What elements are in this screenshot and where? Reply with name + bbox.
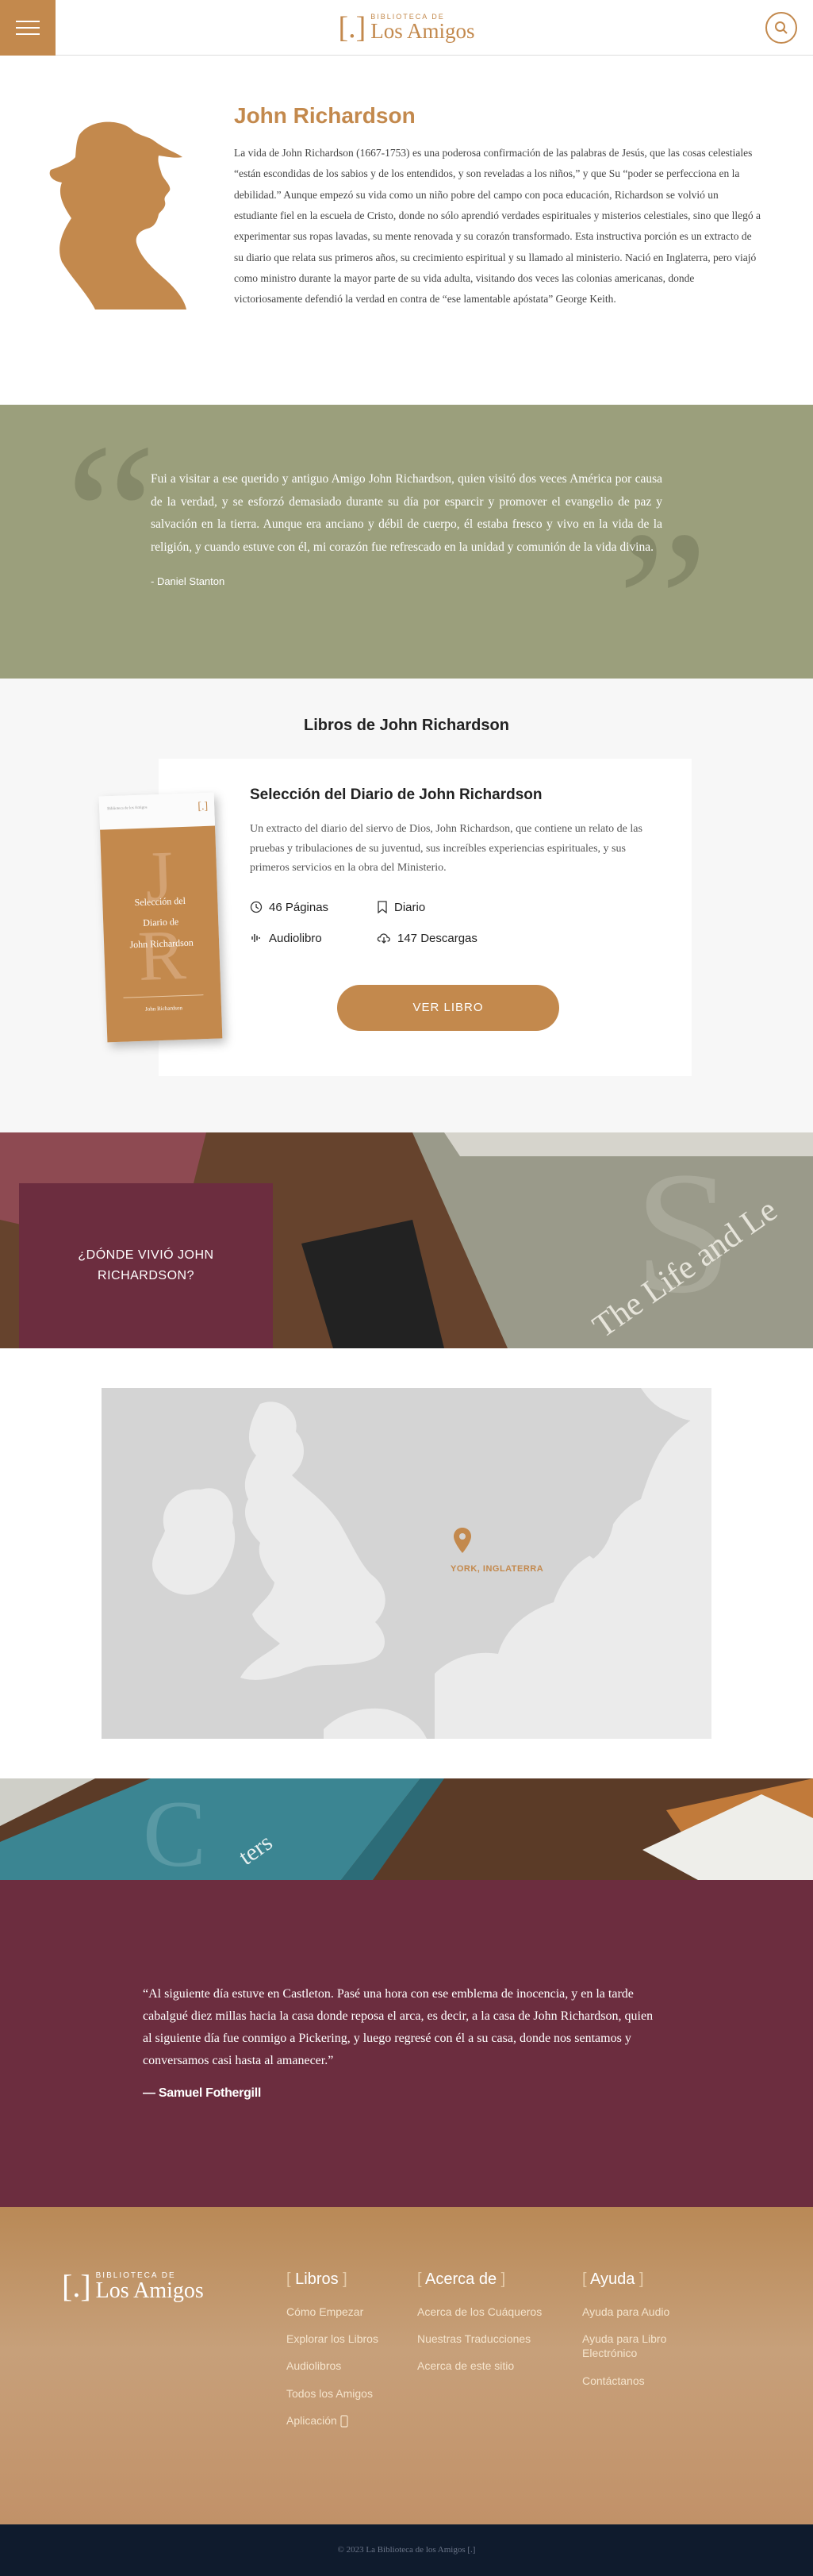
where-lived-title: ¿DÓNDE VIVIÓ JOHN RICHARDSON? — [78, 1248, 214, 1282]
footer-col-books-title: [ Libros ] — [286, 2270, 347, 2288]
testimonial-section: “ ” Fui a visitar a ese querido y antigu… — [0, 405, 813, 679]
author-section: John Richardson La vida de John Richards… — [0, 56, 813, 405]
footer-link[interactable]: Audiolibros — [286, 2359, 385, 2373]
quote-text: “Al siguiente día estuve en Castleton. P… — [143, 1987, 654, 2067]
book-pages: 46 Páginas — [250, 901, 377, 914]
books-background-image-2: C ters — [0, 1778, 813, 1880]
footer-link[interactable]: Contáctanos — [582, 2374, 701, 2388]
footer-link[interactable]: Todos los Amigos — [286, 2386, 385, 2401]
footer-link[interactable]: Acerca de los Cuáqueros — [417, 2305, 552, 2319]
book-cover[interactable]: Biblioteca de los Amigos [.] J R Selecci… — [98, 792, 223, 1043]
logo-mark: [.] — [338, 10, 366, 44]
footer-col-help: [ Ayuda ] Ayuda para Audio Ayuda para Li… — [582, 2270, 701, 2524]
author-bio: La vida de John Richardson (1667-1753) e… — [234, 147, 761, 306]
audio-wave-icon — [251, 934, 260, 942]
phone-icon — [340, 2415, 348, 2428]
book-downloads-text: 147 Descargas — [397, 931, 477, 945]
footer-col-books: [ Libros ] Cómo Empezar Explorar los Lib… — [286, 2270, 385, 2524]
footer-link[interactable]: Nuestras Traducciones — [417, 2332, 552, 2346]
location-pin-icon[interactable] — [453, 1527, 472, 1554]
footer-col-about-title: [ Acerca de ] — [417, 2270, 506, 2288]
books-section: Libros de John Richardson Biblioteca de … — [0, 679, 813, 1132]
where-lived-card: ¿DÓNDE VIVIÓ JOHN RICHARDSON? — [19, 1183, 273, 1348]
book-description: Un extracto del diario del siervo de Dio… — [250, 823, 642, 874]
location-map[interactable]: YORK, INGLATERRA — [102, 1388, 711, 1739]
quote-author: — Samuel Fothergill — [143, 2086, 261, 2100]
book-title[interactable]: Selección del Diario de John Richardson — [250, 786, 644, 804]
testimonial-author: - Daniel Stanton — [151, 575, 225, 587]
cloud-download-icon — [377, 933, 390, 944]
author-silhouette-image — [49, 121, 186, 310]
footer-link[interactable]: Acerca de este sitio — [417, 2359, 552, 2373]
clock-icon — [250, 901, 263, 913]
footer-logo-mark: [.] — [62, 2268, 91, 2304]
book-audio-text: Audiolibro — [269, 931, 322, 945]
quote-section: “Al siguiente día estuve en Castleton. P… — [0, 1880, 813, 2207]
where-banner: S The Life and Le ¿DÓNDE VIVIÓ JOHN RICH… — [0, 1132, 813, 1348]
book-meta: 46 Páginas Diario Audiolibro 147 Descarg… — [250, 901, 644, 945]
book-audio: Audiolibro — [250, 932, 377, 945]
map-graphic — [102, 1388, 711, 1739]
footer-link[interactable]: Cómo Empezar — [286, 2305, 385, 2319]
site-logo[interactable]: [.] BIBLIOTECA DE Los Amigos — [338, 13, 474, 43]
search-button[interactable] — [765, 11, 797, 44]
logo-big-text: Los Amigos — [370, 18, 475, 43]
cover-author: John Richardson — [144, 1005, 183, 1013]
cover-logo-icon: [.] — [197, 800, 209, 813]
footer-col-help-title: [ Ayuda ] — [582, 2270, 644, 2288]
footer-col-about: [ Acerca de ] Acerca de los Cuáqueros Nu… — [417, 2270, 552, 2524]
menu-button[interactable] — [0, 0, 56, 56]
svg-text:C: C — [143, 1781, 206, 1880]
author-name: John Richardson — [234, 103, 416, 128]
footer-link[interactable]: Ayuda para Libro Electrónico — [582, 2332, 701, 2360]
site-header: [.] BIBLIOTECA DE Los Amigos — [0, 0, 813, 56]
site-footer: [.] BIBLIOTECA DE Los Amigos [ Libros ] … — [0, 2207, 813, 2524]
footer-link[interactable]: Ayuda para Audio — [582, 2305, 701, 2319]
footer-link[interactable]: Explorar los Libros — [286, 2332, 385, 2346]
book-type-text: Diario — [394, 900, 426, 914]
footer-logo[interactable]: [.] BIBLIOTECA DE Los Amigos — [62, 2270, 286, 2524]
book-type: Diario — [377, 901, 504, 914]
hamburger-icon-line — [16, 26, 40, 29]
testimonial-text: Fui a visitar a ese querido y antiguo Am… — [151, 472, 662, 555]
cover-title-3: John Richardson — [129, 936, 194, 951]
book-card: Biblioteca de los Amigos [.] J R Selecci… — [98, 759, 692, 1076]
books-banner: C ters — [0, 1778, 813, 1880]
book-downloads: 147 Descargas — [377, 932, 504, 945]
hamburger-icon-line — [16, 33, 40, 35]
quote-open-icon: “ — [65, 405, 157, 630]
copyright: © 2023 La Biblioteca de los Amigos [.] — [0, 2524, 813, 2576]
search-icon — [775, 21, 788, 34]
footer-link-app[interactable]: Aplicación — [286, 2413, 385, 2428]
view-book-button[interactable]: VER LIBRO — [337, 984, 559, 1031]
books-title: Libros de John Richardson — [304, 717, 509, 734]
map-section: YORK, INGLATERRA — [0, 1348, 813, 1778]
book-pages-text: 46 Páginas — [269, 900, 329, 914]
cover-top-text: Biblioteca de los Amigos — [107, 805, 148, 812]
hamburger-icon — [16, 20, 40, 22]
map-location-label: YORK, INGLATERRA — [451, 1564, 544, 1574]
bookmark-icon — [378, 901, 387, 913]
footer-logo-big: Los Amigos — [95, 2278, 204, 2303]
